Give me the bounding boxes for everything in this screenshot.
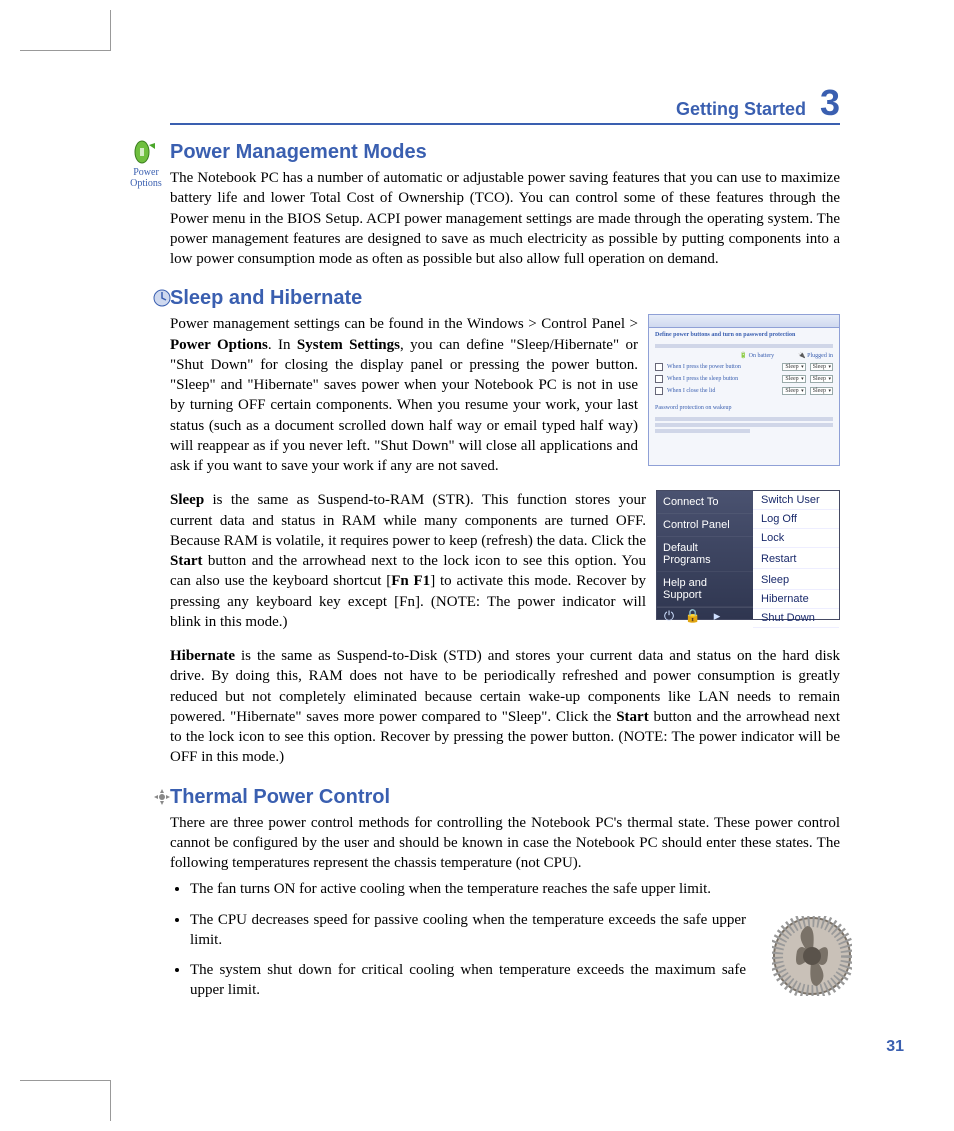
row-label: When I close the lid (667, 388, 778, 394)
dialog-heading: Define power buttons and turn on passwor… (649, 328, 839, 342)
text-sleep-p1: Power management settings can be found i… (170, 314, 638, 476)
menu-item: Hibernate (753, 590, 839, 609)
list-item: The system shut down for critical coolin… (190, 960, 750, 1001)
menu-item: Control Panel (657, 514, 753, 537)
text-power-management-body: The Notebook PC has a number of automati… (170, 168, 840, 269)
t: Sleep (170, 492, 204, 508)
text-thermal-intro: There are three power control methods fo… (170, 813, 840, 874)
dropdown: Sleep (810, 387, 833, 395)
power-options-icon: Power Options (128, 139, 164, 189)
t: Start (170, 553, 203, 569)
power-icon: ⏻ (657, 608, 681, 624)
menu-item: Shut Down (753, 609, 839, 628)
start-menu-left-panel: Connect To Control Panel Default Program… (657, 491, 753, 619)
pwd-heading: Password protection on wakeup (649, 401, 839, 415)
t: is the same as Suspend-to-RAM (STR). Thi… (170, 492, 646, 549)
menu-item: Switch User (753, 491, 839, 510)
dropdown: Sleep (810, 375, 833, 383)
dropdown: Sleep (782, 387, 805, 395)
section-name: Getting Started (676, 99, 806, 120)
start-menu-right-panel: Switch User Log Off Lock Restart Sleep H… (753, 491, 839, 619)
heading-thermal: Thermal Power Control (170, 786, 840, 809)
lock-icon: 🔒 (681, 608, 705, 624)
dropdown: Sleep (782, 363, 805, 371)
thermal-icon (144, 788, 180, 808)
text-sleep-p2: Sleep is the same as Suspend-to-RAM (STR… (170, 490, 646, 632)
text-hibernate-p3: Hibernate is the same as Suspend-to-Disk… (170, 646, 840, 768)
t: System Settings (297, 337, 400, 353)
menu-item: Connect To (657, 491, 753, 514)
menu-item: Lock (753, 529, 839, 548)
section-thermal-control: Thermal Power Control There are three po… (170, 786, 840, 1001)
section-power-management: Power Options Power Management Modes The… (170, 141, 840, 269)
figure-power-options-dialog: Define power buttons and turn on passwor… (648, 314, 840, 466)
col-on-battery: 🔋 On battery (740, 352, 774, 359)
figure-start-menu: Connect To Control Panel Default Program… (656, 490, 840, 620)
fan-figure (772, 916, 852, 1001)
menu-item: Default Programs (657, 537, 753, 572)
menu-item: Restart (753, 550, 839, 569)
t: Start (616, 709, 649, 725)
menu-item: Sleep (753, 571, 839, 590)
crop-mark-top (20, 10, 111, 51)
arrow-icon: ▸ (705, 608, 729, 624)
chapter-number: 3 (820, 85, 840, 121)
menu-item: Help and Support (657, 572, 753, 607)
power-options-icon-label: Power Options (130, 167, 162, 189)
t: , you can define "Sleep/Hibernate" or "S… (170, 337, 638, 475)
dropdown: Sleep (782, 375, 805, 383)
t: Power Options (170, 337, 268, 353)
crop-mark-bottom (20, 1080, 111, 1121)
t: . In (268, 337, 297, 353)
page-header: Getting Started 3 (170, 85, 840, 125)
t: Fn F1 (391, 573, 430, 589)
t: Power management settings can be found i… (170, 316, 638, 332)
section-sleep-hibernate: Sleep and Hibernate Power management set… (170, 287, 840, 767)
row-label: When I press the power button (667, 364, 778, 370)
heading-power-management: Power Management Modes (170, 141, 840, 164)
page-number: 31 (886, 1038, 904, 1056)
row-sleep-p2: Sleep is the same as Suspend-to-RAM (STR… (170, 490, 840, 646)
heading-sleep-hibernate: Sleep and Hibernate (170, 287, 840, 310)
row-label: When I press the sleep button (667, 376, 778, 382)
dropdown: Sleep (810, 363, 833, 371)
thermal-bullet-list: The fan turns ON for active cooling when… (170, 879, 750, 1000)
sleep-icon (144, 289, 180, 309)
menu-item: Log Off (753, 510, 839, 529)
t: Hibernate (170, 648, 235, 664)
list-item: The fan turns ON for active cooling when… (190, 879, 750, 899)
page-content: Getting Started 3 Power Options Power Ma… (170, 85, 840, 1019)
col-plugged-in: 🔌 Plugged in (798, 352, 833, 359)
list-item: The CPU decreases speed for passive cool… (190, 910, 750, 951)
row-sleep-p1: Power management settings can be found i… (170, 314, 840, 490)
